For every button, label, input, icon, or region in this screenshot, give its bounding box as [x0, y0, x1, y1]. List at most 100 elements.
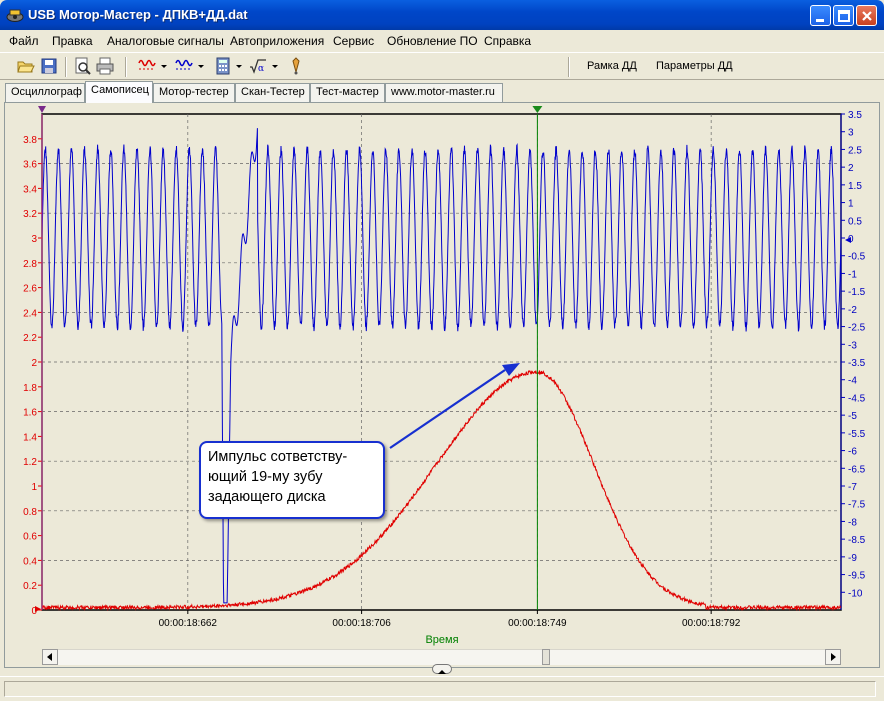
left-tick-label: 3.8 [23, 135, 37, 146]
left-tick-label: 2.2 [23, 333, 37, 344]
right-axis-ticks: 3.532.521.510.50-0.5-1-1.5-2-2.5-3-3.5-4… [840, 110, 866, 610]
left-axis-ticks: 3.8 3.6 3.4 3.2 3 2.8 2.6 2.4 2.2 2 1.8 1.6 1.4 1.2 1 0… [23, 135, 42, 617]
menu-auto-apps[interactable]: Автоприложения [230, 34, 324, 48]
right-tick-label: -4.5 [848, 393, 866, 404]
time-tick-label: 00:00:18:792 [682, 618, 741, 629]
scroll-track[interactable] [58, 649, 825, 665]
left-tick-label: 0.6 [23, 532, 37, 543]
left-tick-label: 0.2 [23, 581, 37, 592]
left-tick-label: 2.4 [23, 308, 37, 319]
print-icon[interactable] [96, 57, 114, 75]
left-tick-label: 1 [31, 482, 37, 493]
left-tick-label: 1.8 [23, 383, 37, 394]
right-tick-label: -0.5 [848, 252, 866, 263]
time-tick-label: 00:00:18:749 [508, 618, 567, 629]
right-tick-label: 3.5 [848, 110, 862, 121]
signal-blue-icon[interactable] [175, 57, 193, 75]
frame-button[interactable]: Рамка ДД [587, 60, 637, 72]
left-marker-flag-icon[interactable] [38, 106, 46, 113]
title-bar: USB Мотор-Мастер - ДПКВ+ДД.dat [0, 0, 884, 30]
left-tick-label: 2.6 [23, 284, 37, 295]
time-axis-label: Время [425, 634, 458, 646]
minimize-icon [816, 19, 824, 22]
menu-edit[interactable]: Правка [52, 34, 93, 48]
menu-update[interactable]: Обновление ПО [387, 34, 478, 48]
left-tick-label: 3.4 [23, 184, 37, 195]
tab-website[interactable]: www.motor-master.ru [385, 83, 503, 102]
tab-motor-tester[interactable]: Мотор-тестер [153, 83, 235, 102]
left-tick-label: 1.2 [23, 457, 37, 468]
calculator-icon[interactable] [214, 57, 232, 75]
right-tick-label: 1 [848, 199, 854, 210]
app-icon[interactable] [6, 7, 24, 23]
tab-oscilloscope[interactable]: Осциллограф [5, 83, 85, 102]
right-tick-label: -8 [848, 517, 857, 528]
right-tick-label: -6 [848, 447, 857, 458]
close-button[interactable] [856, 5, 877, 26]
recorder-panel: 3.8 3.6 3.4 3.2 3 2.8 2.6 2.4 2.2 2 1.8 1.6 1.4 1.2 1 0… [4, 102, 880, 668]
left-axis-zero-marker-icon [35, 606, 41, 612]
annotation-line-2: ющий 19-му зубу [208, 469, 323, 485]
open-icon[interactable] [17, 57, 35, 75]
left-tick-label: 2.8 [23, 259, 37, 270]
minimize-button[interactable] [810, 5, 831, 26]
right-tick-label: -5 [848, 411, 857, 422]
annotation-line-1: Импульс сответству- [208, 449, 348, 465]
left-tick-label: 0.8 [23, 507, 37, 518]
chevron-up-icon [438, 670, 446, 674]
scroll-right-button[interactable] [825, 649, 841, 665]
arrow-left-icon [47, 653, 52, 661]
recorder-chart[interactable]: 3.8 3.6 3.4 3.2 3 2.8 2.6 2.4 2.2 2 1.8 1.6 1.4 1.2 1 0… [5, 103, 879, 667]
tab-strip: Осциллограф Самописец Мотор-тестер Скан-… [0, 81, 884, 103]
cursor-flag-icon[interactable] [532, 106, 543, 113]
annotation-callout[interactable]: Импульс сответству- ющий 19-му зубу зада… [199, 441, 385, 519]
right-tick-label: -10 [848, 588, 863, 599]
toolbar-separator [65, 57, 67, 77]
menu-service[interactable]: Сервис [333, 34, 374, 48]
probe-icon[interactable] [287, 57, 305, 75]
window-title: USB Мотор-Мастер - ДПКВ+ДД.dat [28, 7, 248, 22]
menu-help[interactable]: Справка [484, 34, 531, 48]
left-tick-label: 3.2 [23, 209, 37, 220]
chevron-down-icon[interactable] [197, 57, 215, 75]
right-tick-label: -8.5 [848, 535, 866, 546]
right-tick-label: 2.5 [848, 145, 862, 156]
right-tick-label: -7.5 [848, 500, 866, 511]
toolbar: α Рамка ДД Параметры ДД [0, 52, 884, 80]
left-tick-label: 3 [31, 234, 37, 245]
menu-analog-signals[interactable]: Аналоговые сигналы [107, 34, 224, 48]
signal-red-icon[interactable] [138, 57, 156, 75]
svg-text:α: α [258, 64, 264, 74]
right-tick-label: 0.5 [848, 216, 862, 227]
status-bar [0, 676, 884, 701]
left-tick-label: 1.6 [23, 408, 37, 419]
right-tick-label: 2 [848, 163, 854, 174]
params-button[interactable]: Параметры ДД [656, 60, 733, 72]
status-pane [4, 681, 876, 697]
tab-recorder[interactable]: Самописец [85, 81, 153, 103]
tab-scan-tester[interactable]: Скан-Тестер [235, 83, 310, 102]
tab-test-master[interactable]: Тест-мастер [310, 83, 385, 102]
time-tick-label: 00:00:18:706 [332, 618, 391, 629]
right-tick-label: -2.5 [848, 323, 866, 334]
left-tick-label: 2 [31, 358, 37, 369]
save-icon[interactable] [40, 57, 58, 75]
toolbar-separator [568, 57, 570, 77]
maximize-button[interactable] [833, 5, 854, 26]
right-tick-label: 3 [848, 128, 854, 139]
math-icon[interactable]: α [249, 57, 267, 75]
right-tick-label: -9.5 [848, 571, 866, 582]
right-tick-label: -1.5 [848, 287, 866, 298]
menu-bar: Файл Правка Аналоговые сигналы Автоприло… [0, 30, 884, 51]
right-tick-label: -7 [848, 482, 857, 493]
scroll-thumb[interactable] [542, 649, 550, 665]
expand-panel-button[interactable] [432, 664, 452, 674]
right-tick-label: -9 [848, 553, 857, 564]
right-tick-label: -5.5 [848, 429, 866, 440]
menu-file[interactable]: Файл [9, 34, 39, 48]
left-tick-label: 3.6 [23, 160, 37, 171]
left-tick-label: 1.4 [23, 432, 37, 443]
scroll-left-button[interactable] [42, 649, 58, 665]
arrow-right-icon [831, 653, 836, 661]
print-preview-icon[interactable] [73, 57, 91, 75]
